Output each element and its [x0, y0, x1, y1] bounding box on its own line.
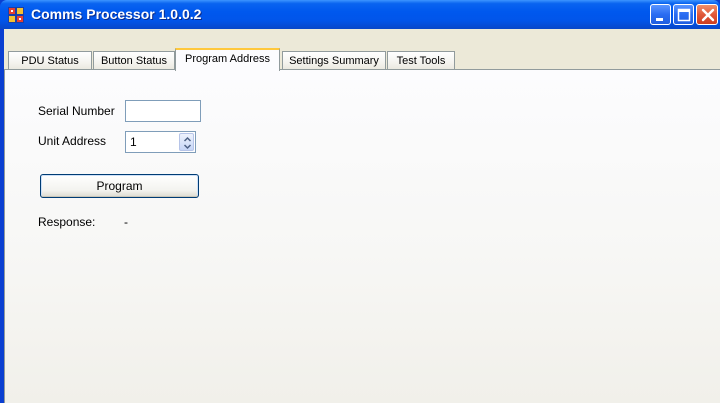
client-area: PDU Status Button Status Program Address…	[4, 29, 720, 403]
minimize-icon	[656, 18, 663, 21]
serial-number-label: Serial Number	[38, 104, 115, 118]
application-window: Comms Processor 1.0.0.2 PDU Status Butto…	[0, 0, 720, 403]
tab-button-status[interactable]: Button Status	[93, 51, 175, 70]
unit-address-stepper[interactable]: 1	[125, 131, 196, 153]
maximize-icon	[677, 8, 691, 22]
tab-test-tools[interactable]: Test Tools	[387, 51, 455, 70]
maximize-button[interactable]	[673, 4, 694, 25]
program-button[interactable]: Program	[40, 174, 199, 198]
close-icon	[701, 8, 715, 22]
response-label: Response:	[38, 215, 96, 229]
spin-buttons[interactable]	[179, 133, 194, 151]
tab-settings-summary[interactable]: Settings Summary	[282, 51, 386, 70]
tab-pdu-status[interactable]: PDU Status	[8, 51, 92, 70]
response-value: -	[124, 215, 128, 229]
minimize-button[interactable]	[650, 4, 671, 25]
app-icon[interactable]	[8, 7, 24, 23]
unit-address-label: Unit Address	[38, 134, 107, 148]
title-bar[interactable]: Comms Processor 1.0.0.2	[0, 0, 720, 29]
program-address-panel: Serial Number Unit Address 1 Program Res…	[4, 69, 720, 403]
unit-address-value: 1	[130, 135, 137, 149]
close-button[interactable]	[696, 4, 718, 25]
tab-program-address[interactable]: Program Address	[175, 48, 280, 71]
chevron-down-icon	[183, 144, 192, 150]
chevron-up-icon	[183, 136, 192, 142]
serial-number-input[interactable]	[125, 100, 201, 122]
window-title: Comms Processor 1.0.0.2	[31, 6, 202, 22]
tab-strip: PDU Status Button Status Program Address…	[4, 29, 720, 71]
